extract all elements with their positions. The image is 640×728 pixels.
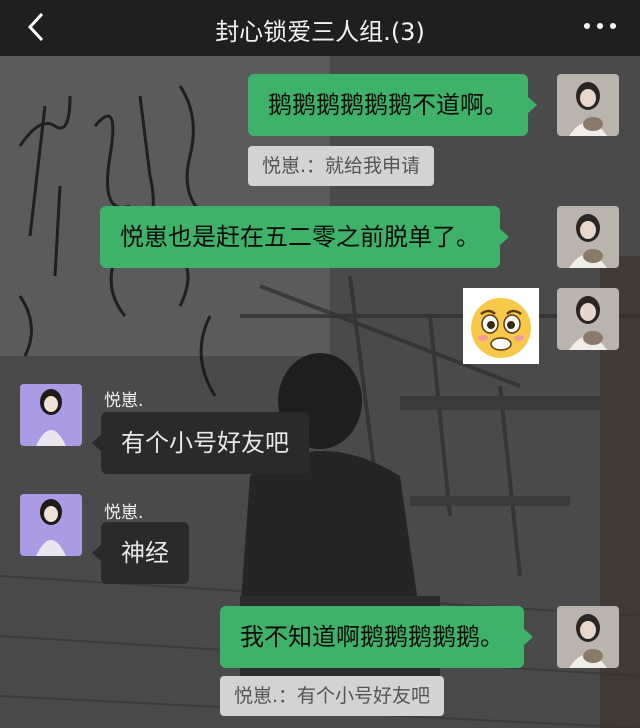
contact-avatar[interactable] bbox=[20, 384, 82, 446]
my-avatar[interactable] bbox=[557, 206, 619, 268]
chevron-left-icon[interactable] bbox=[22, 10, 52, 44]
message-bubble[interactable]: 我不知道啊鹅鹅鹅鹅鹅。 bbox=[220, 606, 533, 668]
my-avatar[interactable] bbox=[557, 606, 619, 668]
message-list[interactable]: 鹅鹅鹅鹅鹅鹅不道啊。 悦崽.：就给我申请 悦崽也是赶在五二零之前脱单了。 悦崽.… bbox=[0, 56, 640, 728]
contact-avatar[interactable] bbox=[20, 494, 82, 556]
chat-title: 封心锁爱三人组.(3) bbox=[215, 18, 425, 46]
my-avatar[interactable] bbox=[557, 74, 619, 136]
sender-name: 悦崽. bbox=[104, 503, 144, 523]
message-bubble[interactable]: 悦崽也是赶在五二零之前脱单了。 bbox=[100, 206, 509, 268]
more-dots-icon[interactable] bbox=[582, 18, 618, 34]
quoted-message[interactable]: 悦崽.：就给我申请 bbox=[248, 146, 435, 186]
quoted-message[interactable]: 悦崽.：有个小号好友吧 bbox=[220, 676, 445, 716]
chat-header: 封心锁爱三人组.(3) bbox=[0, 0, 640, 56]
sender-name: 悦崽. bbox=[104, 391, 144, 411]
message-bubble[interactable]: 鹅鹅鹅鹅鹅鹅不道啊。 bbox=[248, 74, 537, 136]
my-avatar[interactable] bbox=[557, 288, 619, 350]
message-bubble[interactable]: 有个小号好友吧 bbox=[92, 412, 309, 474]
worried-face-sticker[interactable] bbox=[463, 288, 539, 364]
message-bubble[interactable]: 神经 bbox=[92, 522, 189, 584]
